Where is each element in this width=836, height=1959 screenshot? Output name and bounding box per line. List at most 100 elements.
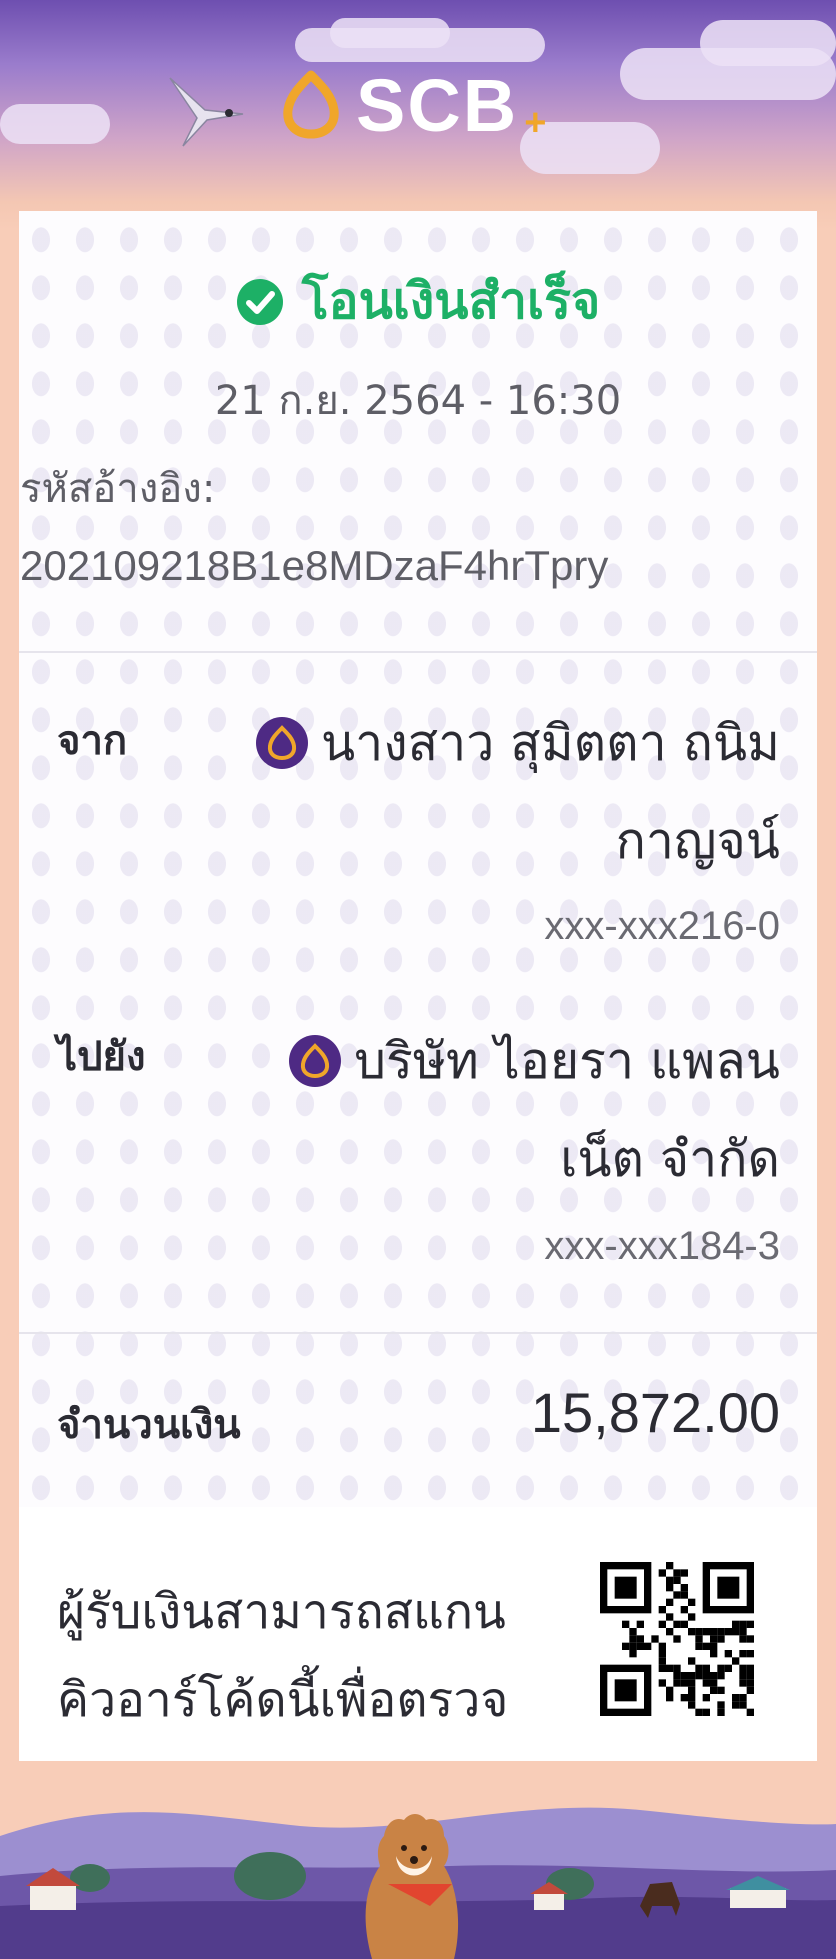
scb-bank-icon [289, 1035, 342, 1087]
qr-module [717, 1708, 725, 1716]
brand-name: SCB [356, 63, 519, 147]
qr-module [673, 1672, 681, 1680]
qr-module [658, 1657, 666, 1665]
qr-module [746, 1686, 754, 1694]
qr-module [702, 1664, 710, 1672]
divider [19, 1332, 817, 1334]
qr-module [717, 1628, 725, 1636]
to-label: ไปยัง [57, 1034, 146, 1080]
qr-module [680, 1569, 688, 1577]
to-name-line1: บริษัท ไอยรา แพลน [354, 1032, 780, 1090]
qr-module [717, 1576, 740, 1599]
qr-module [724, 1650, 732, 1658]
reference-value[interactable]: 202109218B1e8MDzaF4hrTpry [20, 542, 608, 590]
reference-label: รหัสอ้างอิง: [20, 466, 216, 512]
qr-module [710, 1679, 718, 1687]
qr-module [673, 1591, 681, 1599]
qr-module [673, 1679, 681, 1687]
cloud [700, 20, 836, 66]
qr-module [717, 1664, 725, 1672]
qr-module [739, 1635, 747, 1643]
scb-lotus-icon [283, 70, 339, 139]
transaction-datetime: 21 ก.ย. 2564 - 16:30 [214, 378, 622, 424]
qr-module [724, 1664, 732, 1672]
qr-module [695, 1708, 703, 1716]
qr-module [710, 1650, 718, 1658]
qr-module [629, 1635, 637, 1643]
qr-verify-line2: คิวอาร์โค้ดนี้เพื่อตรวจ [57, 1672, 509, 1728]
qr-module [622, 1620, 630, 1628]
qr-module [658, 1664, 666, 1672]
qr-module [717, 1635, 725, 1643]
qr-module [622, 1642, 630, 1650]
qr-module [710, 1635, 718, 1643]
qr-module [746, 1664, 754, 1672]
qr-module [658, 1569, 666, 1577]
qr-module [746, 1620, 754, 1628]
qr-module [666, 1576, 674, 1584]
qr-module [739, 1694, 747, 1702]
from-account: xxx-xxx216-0 [544, 904, 780, 948]
qr-verify-line1: ผู้รับเงินสามารถสแกน [57, 1584, 506, 1640]
qr-module [695, 1672, 703, 1680]
qr-module [673, 1635, 681, 1643]
qr-module [680, 1620, 688, 1628]
qr-module [695, 1642, 703, 1650]
status-title: โอนเงินสำเร็จ [301, 272, 601, 330]
to-account: xxx-xxx184-3 [544, 1224, 780, 1268]
qr-module [666, 1598, 674, 1606]
divider [19, 651, 817, 653]
qr-module [717, 1701, 725, 1709]
qr-module [658, 1620, 666, 1628]
cloud [0, 104, 110, 144]
qr-module [666, 1628, 674, 1636]
scb-bank-icon [255, 717, 308, 769]
qr-module [739, 1664, 747, 1672]
qr-module [695, 1664, 703, 1672]
bird-illustration [169, 77, 244, 147]
qr-code[interactable] [600, 1562, 754, 1716]
qr-module [614, 1576, 637, 1599]
qr-module [680, 1672, 688, 1680]
qr-module [688, 1672, 696, 1680]
qr-module [680, 1584, 688, 1592]
qr-module [673, 1576, 681, 1584]
qr-module [666, 1694, 674, 1702]
from-name-line1: นางสาว สุมิตตา ถนิม [320, 714, 780, 772]
qr-module [732, 1620, 740, 1628]
qr-module [717, 1672, 725, 1680]
qr-module [666, 1584, 674, 1592]
cloud [330, 18, 450, 48]
qr-module [644, 1642, 652, 1650]
qr-module [732, 1628, 740, 1636]
header-sky-banner: SCB + [0, 0, 836, 230]
qr-module [710, 1628, 718, 1636]
check-circle-icon [236, 278, 283, 325]
qr-module [636, 1620, 644, 1628]
qr-module [673, 1620, 681, 1628]
qr-module [702, 1642, 710, 1650]
qr-module [739, 1620, 747, 1628]
qr-module [746, 1679, 754, 1687]
qr-module [746, 1672, 754, 1680]
from-name-line2: กาญจน์ [615, 812, 780, 870]
qr-module [695, 1635, 703, 1643]
from-party: นางสาว สุมิตตา ถนิม กาญจน์ [255, 694, 780, 890]
qr-module [688, 1628, 696, 1636]
qr-module [673, 1664, 681, 1672]
qr-module [724, 1628, 732, 1636]
qr-module [673, 1569, 681, 1577]
qr-module [702, 1694, 710, 1702]
qr-module [732, 1694, 740, 1702]
qr-module [732, 1701, 740, 1709]
qr-module [688, 1694, 696, 1702]
qr-module [666, 1562, 674, 1570]
qr-module [680, 1679, 688, 1687]
qr-module [629, 1642, 637, 1650]
amount-label: จำนวนเงิน [57, 1402, 241, 1448]
qr-module [666, 1664, 674, 1672]
qr-module [658, 1650, 666, 1658]
qr-module [680, 1606, 688, 1614]
to-name-line2: เน็ต จำกัด [560, 1130, 780, 1188]
qr-module [695, 1628, 703, 1636]
